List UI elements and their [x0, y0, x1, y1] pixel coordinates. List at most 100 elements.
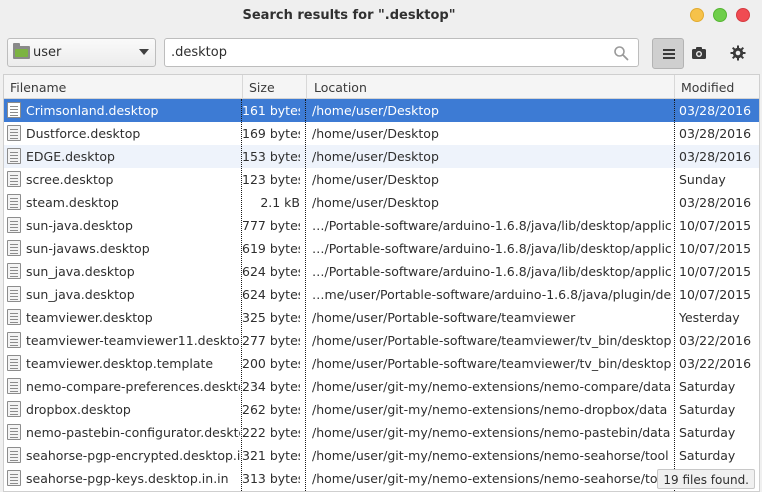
table-row[interactable]: scree.desktop 123 bytes/home/user/Desktop… — [4, 168, 759, 191]
table-row[interactable]: Crimsonland.desktop 161 bytes/home/user/D… — [4, 99, 759, 122]
cell-filename: nemo-pastebin-configurator.desktop — [26, 425, 240, 440]
text-file-icon — [7, 286, 21, 302]
cell-size: 325 bytes — [242, 310, 300, 325]
cell-filename: teamviewer.desktop — [26, 310, 153, 325]
cell-filename: Crimsonland.desktop — [26, 103, 159, 118]
text-file-icon — [7, 125, 21, 141]
table-row[interactable]: teamviewer.desktop 325 bytes/home/user/Po… — [4, 306, 759, 329]
column-divider[interactable] — [242, 75, 243, 99]
cell-size: 2.1 kB — [260, 195, 300, 210]
column-header-modified[interactable]: Modified — [681, 80, 734, 95]
maximize-button[interactable] — [713, 8, 727, 22]
text-file-icon — [7, 378, 21, 394]
cell-size: 619 bytes — [242, 241, 300, 256]
gear-icon — [730, 45, 746, 61]
title-bar: Search results for ".desktop" — [0, 0, 762, 32]
cell-location: /home/user/git-my/nemo-extensions/nemo-s… — [312, 448, 669, 463]
cell-modified: 10/07/2015 — [679, 241, 752, 256]
table-row[interactable]: nemo-pastebin-configurator.desktop 222 by… — [4, 421, 759, 444]
text-file-icon — [7, 263, 21, 279]
cell-location: /home/user/Desktop — [312, 149, 439, 164]
folder-selector[interactable]: user — [7, 38, 156, 67]
cell-location: /home/user/git-my/nemo-extensions/nemo-s… — [312, 471, 669, 486]
cell-modified: Yesterday — [679, 310, 740, 325]
table-row[interactable]: sun_java.desktop 624 bytes …/Portable-soft… — [4, 260, 759, 283]
cell-size: 200 bytes — [242, 356, 300, 371]
table-row[interactable]: seahorse-pgp-keys.desktop.in.in 313 bytes… — [4, 467, 759, 490]
minimize-button[interactable] — [690, 8, 704, 22]
cell-filename: EDGE.desktop — [26, 149, 115, 164]
camera-icon — [692, 47, 706, 59]
search-query: .desktop — [171, 45, 227, 60]
preferences-button[interactable] — [722, 38, 754, 69]
table-row[interactable]: sun_java.desktop 624 bytes …me/user/Portab… — [4, 283, 759, 306]
cell-modified: 10/07/2015 — [679, 218, 752, 233]
cell-location: /home/user/git-my/nemo-extensions/nemo-d… — [312, 402, 668, 417]
table-row[interactable]: EDGE.desktop 153 bytes/home/user/Desktop 0… — [4, 145, 759, 168]
text-file-icon — [7, 447, 21, 463]
column-header-size[interactable]: Size — [249, 80, 275, 95]
cell-size: 624 bytes — [242, 287, 300, 302]
cell-location: …me/user/Portable-software/arduino-1.6.8… — [312, 287, 672, 302]
table-row[interactable]: seahorse-pgp-encrypted.desktop.in.in 321 … — [4, 444, 759, 467]
column-divider[interactable] — [306, 75, 307, 99]
cell-size: 777 bytes — [242, 218, 300, 233]
text-file-icon — [7, 102, 21, 118]
cell-modified: 03/28/2016 — [679, 103, 752, 118]
cell-filename: teamviewer.desktop.template — [26, 356, 214, 371]
cell-filename: teamviewer-teamviewer11.desktop — [26, 333, 240, 348]
table-row[interactable]: sun-java.desktop 777 bytes …/Portable-soft… — [4, 214, 759, 237]
text-file-icon — [7, 470, 21, 486]
search-icon[interactable] — [613, 45, 629, 61]
search-input[interactable]: .desktop — [164, 38, 639, 67]
cell-filename: dropbox.desktop — [26, 402, 131, 417]
column-header-location[interactable]: Location — [314, 80, 367, 95]
cell-location: /home/user/Desktop — [312, 195, 439, 210]
text-file-icon — [7, 424, 21, 440]
cell-modified: 03/28/2016 — [679, 195, 752, 210]
chevron-down-icon — [139, 49, 149, 55]
cell-location: /home/user/git-my/nemo-extensions/nemo-p… — [312, 425, 671, 440]
text-file-icon — [7, 217, 21, 233]
cell-location: /home/user/Desktop — [312, 172, 439, 187]
cell-modified: Sunday — [679, 172, 726, 187]
cell-filename: Dustforce.desktop — [26, 126, 141, 141]
cell-modified: 03/22/2016 — [679, 356, 752, 371]
cell-location: /home/user/Desktop — [312, 103, 439, 118]
column-header-filename[interactable]: Filename — [10, 80, 66, 95]
table-row[interactable]: nemo-compare-preferences.desktop 234 byte… — [4, 375, 759, 398]
column-guide — [241, 99, 242, 491]
text-file-icon — [7, 171, 21, 187]
table-row[interactable]: dropbox.desktop 262 bytes/home/user/git-m… — [4, 398, 759, 421]
table-row[interactable]: teamviewer-teamviewer11.desktop 277 bytes… — [4, 329, 759, 352]
cell-location: …/Portable-software/arduino-1.6.8/java/l… — [312, 264, 672, 279]
table-row[interactable]: steam.desktop 2.1 kB/home/user/Desktop 03/… — [4, 191, 759, 214]
cell-size: 222 bytes — [242, 425, 300, 440]
cell-modified: Saturday — [679, 425, 736, 440]
text-file-icon — [7, 309, 21, 325]
list-view-icon — [663, 49, 675, 59]
cell-location: /home/user/Portable-software/teamviewer — [312, 310, 576, 325]
screenshot-button[interactable] — [683, 38, 715, 69]
results-table[interactable]: Filename Size Location Modified Crimsonl… — [3, 74, 760, 492]
table-row[interactable]: sun-javaws.desktop 619 bytes …/Portable-so… — [4, 237, 759, 260]
table-row[interactable]: Dustforce.desktop 169 bytes/home/user/Des… — [4, 122, 759, 145]
cell-modified: 10/07/2015 — [679, 264, 752, 279]
table-row[interactable]: teamviewer.desktop.template 200 bytes/hom… — [4, 352, 759, 375]
cell-modified: Saturday — [679, 402, 736, 417]
cell-size: 313 bytes — [242, 471, 300, 486]
column-guide — [674, 99, 675, 491]
cell-modified: 03/28/2016 — [679, 126, 752, 141]
cell-size: 153 bytes — [242, 149, 300, 164]
close-button[interactable] — [736, 8, 750, 22]
text-file-icon — [7, 240, 21, 256]
cell-location: /home/user/git-my/nemo-extensions/nemo-c… — [312, 379, 672, 394]
cell-filename: scree.desktop — [26, 172, 114, 187]
cell-filename: sun-java.desktop — [26, 218, 133, 233]
text-file-icon — [7, 401, 21, 417]
cell-filename: sun_java.desktop — [26, 287, 135, 302]
text-file-icon — [7, 148, 21, 164]
list-view-button[interactable] — [652, 38, 684, 69]
cell-size: 169 bytes — [242, 126, 300, 141]
column-divider[interactable] — [674, 75, 675, 99]
